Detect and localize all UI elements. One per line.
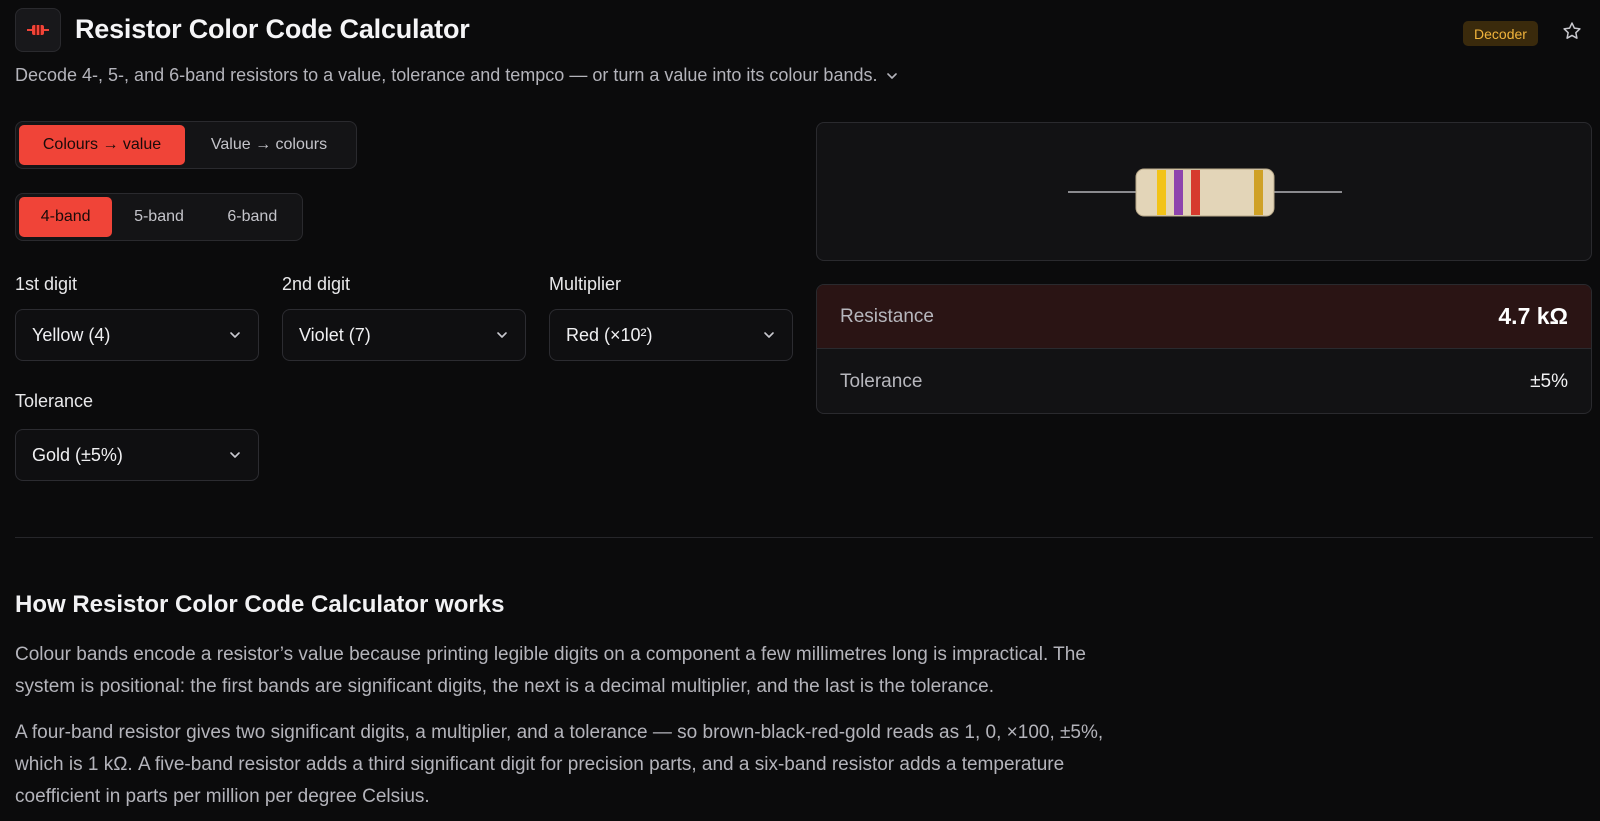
digit1-select[interactable]: Yellow (4) xyxy=(15,309,259,361)
digit1-label: 1st digit xyxy=(15,274,78,294)
resistance-label: Resistance xyxy=(840,305,934,327)
band-tolerance xyxy=(1254,170,1263,215)
resistor-body xyxy=(1135,168,1275,217)
tab-6-band[interactable]: 6-band xyxy=(206,197,299,237)
tab-value-to-colours[interactable]: Value → colours xyxy=(185,125,353,165)
expand-description-button[interactable] xyxy=(885,69,899,83)
section-divider xyxy=(15,537,1593,538)
mode-badge: Decoder xyxy=(1463,21,1538,46)
chevron-down-icon xyxy=(228,328,242,342)
page-title: Resistor Color Code Calculator xyxy=(75,14,470,44)
digit2-label: 2nd digit xyxy=(282,274,351,294)
chevron-down-icon xyxy=(762,328,776,342)
tolerance-result-value: ±5% xyxy=(1530,371,1568,392)
how-it-works-paragraph-1: Colour bands encode a resistor’s value b… xyxy=(15,644,1086,697)
tab-4-band[interactable]: 4-band xyxy=(19,197,113,237)
multiplier-select[interactable]: Red (×10²) xyxy=(549,309,793,361)
multiplier-value: Red (×10²) xyxy=(566,324,653,345)
band-multiplier xyxy=(1191,170,1200,215)
band-count-toggle: 4-band 5-band 6-band xyxy=(15,193,303,241)
star-icon xyxy=(1563,22,1581,39)
results-panel: Resistance 4.7 kΩ Tolerance ±5% xyxy=(816,284,1592,414)
resistance-result-row: Resistance 4.7 kΩ xyxy=(817,285,1591,349)
tolerance-value: Gold (±5%) xyxy=(32,444,123,465)
band-2 xyxy=(1174,170,1183,215)
page-subtitle: Decode 4-, 5-, and 6-band resistors to a… xyxy=(15,65,899,86)
resistor-calculator-page: Resistor Color Code Calculator Decoder D… xyxy=(0,0,1600,821)
favorite-button[interactable] xyxy=(1560,18,1584,44)
tolerance-result-row: Tolerance ±5% xyxy=(817,350,1591,413)
digit2-select[interactable]: Violet (7) xyxy=(282,309,526,361)
resistance-value: 4.7 kΩ xyxy=(1498,303,1568,329)
resistor-preview xyxy=(816,122,1592,261)
how-it-works-paragraph-2: A four-band resistor gives two significa… xyxy=(15,722,1104,807)
chevron-down-icon xyxy=(495,328,509,342)
chevron-down-icon xyxy=(228,448,242,462)
tab-5-band[interactable]: 5-band xyxy=(112,197,205,237)
mode-toggle: Colours → value Value → colours xyxy=(15,121,357,169)
band-1 xyxy=(1157,170,1166,215)
digit2-value: Violet (7) xyxy=(299,324,371,345)
resistor-drawing xyxy=(1068,168,1342,217)
tab-colours-to-value[interactable]: Colours → value xyxy=(19,125,185,165)
digit1-value: Yellow (4) xyxy=(32,324,111,345)
chevron-down-icon xyxy=(887,72,898,79)
tolerance-result-label: Tolerance xyxy=(840,371,923,392)
how-it-works-title: How Resistor Color Code Calculator works xyxy=(15,591,505,618)
multiplier-label: Multiplier xyxy=(549,274,622,294)
subtitle-text: Decode 4-, 5-, and 6-band resistors to a… xyxy=(15,65,878,85)
resistor-icon xyxy=(15,8,61,52)
tolerance-label: Tolerance xyxy=(15,391,94,411)
tolerance-select[interactable]: Gold (±5%) xyxy=(15,429,259,481)
